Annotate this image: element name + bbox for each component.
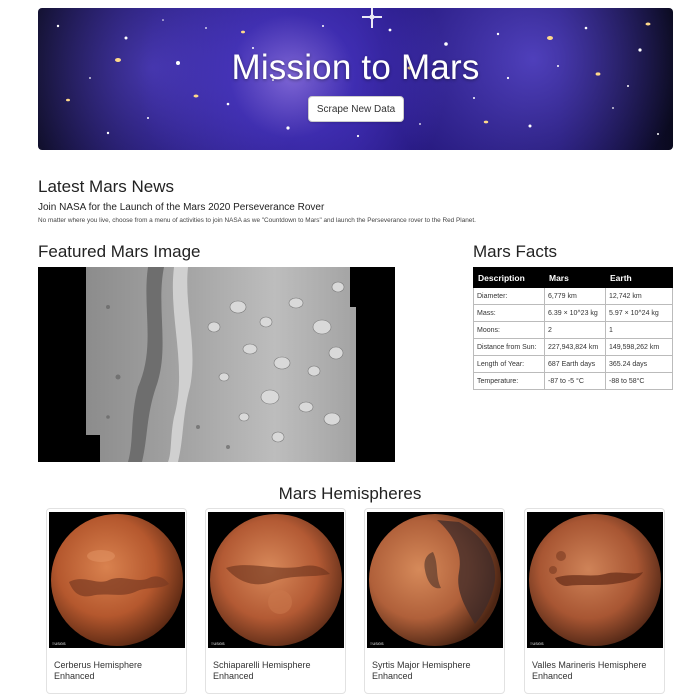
hemisphere-title[interactable]: Valles Marineris Hemisphere Enhanced <box>532 660 662 682</box>
usgs-logo-icon: ≡USGS <box>52 641 66 646</box>
table-row: Mass: 6.39 × 10^23 kg 5.97 × 10^24 kg <box>473 304 673 322</box>
table-cell: 2 <box>544 321 606 339</box>
news-title: Join NASA for the Launch of the Mars 202… <box>38 202 325 213</box>
scrape-new-data-button[interactable]: Scrape New Data <box>308 96 404 122</box>
featured-mars-image <box>38 267 395 462</box>
table-cell: 149,598,262 km <box>605 338 673 356</box>
hemisphere-title[interactable]: Schiaparelli Hemisphere Enhanced <box>213 660 343 682</box>
table-row: Moons: 2 1 <box>473 321 673 339</box>
column-header-earth: Earth <box>605 267 673 288</box>
table-cell: 6,779 km <box>544 287 606 305</box>
table-row: Diameter: 6,779 km 12,742 km <box>473 287 673 305</box>
table-cell: Mass: <box>473 304 545 322</box>
table-row: Temperature: -87 to -5 °C -88 to 58°C <box>473 372 673 390</box>
page-title: Mission to Mars <box>231 48 480 87</box>
table-cell: 5.97 × 10^24 kg <box>605 304 673 322</box>
table-cell: 1 <box>605 321 673 339</box>
page: Mission to Mars Scrape New Data Latest M… <box>0 0 700 700</box>
hemisphere-image[interactable]: ≡USGS <box>527 512 663 648</box>
hero-banner: Mission to Mars Scrape New Data <box>38 8 673 150</box>
news-section-heading: Latest Mars News <box>38 177 175 196</box>
column-header-mars: Mars <box>544 267 606 288</box>
hemispheres-heading: Mars Hemispheres <box>278 484 422 503</box>
usgs-logo-icon: ≡USGS <box>211 641 225 646</box>
table-row: Distance from Sun: 227,943,824 km 149,59… <box>473 338 673 356</box>
table-cell: 687 Earth days <box>544 355 606 373</box>
table-cell: 227,943,824 km <box>544 338 606 356</box>
hemisphere-card-cerberus[interactable]: ≡USGS Cerberus Hemisphere Enhanced <box>46 508 187 694</box>
news-teaser: No matter where you live, choose from a … <box>38 217 476 224</box>
table-cell: -87 to -5 °C <box>544 372 606 390</box>
column-header-description: Description <box>473 267 545 288</box>
hemisphere-card-syrtis-major[interactable]: ≡USGS Syrtis Major Hemisphere Enhanced <box>364 508 505 694</box>
mars-facts-heading: Mars Facts <box>473 242 558 261</box>
hemisphere-title[interactable]: Cerberus Hemisphere Enhanced <box>54 660 184 682</box>
table-cell: Moons: <box>473 321 545 339</box>
hemisphere-image[interactable]: ≡USGS <box>49 512 185 648</box>
featured-image-heading: Featured Mars Image <box>38 242 201 261</box>
table-cell: 12,742 km <box>605 287 673 305</box>
mars-facts-table: Description Mars Earth Diameter: 6,779 k… <box>473 267 673 390</box>
table-cell: -88 to 58°C <box>605 372 673 390</box>
table-cell: Temperature: <box>473 372 545 390</box>
usgs-logo-icon: ≡USGS <box>530 641 544 646</box>
hemisphere-card-schiaparelli[interactable]: ≡USGS Schiaparelli Hemisphere Enhanced <box>205 508 346 694</box>
table-cell: Distance from Sun: <box>473 338 545 356</box>
usgs-logo-icon: ≡USGS <box>370 641 384 646</box>
table-cell: Diameter: <box>473 287 545 305</box>
table-cell: Length of Year: <box>473 355 545 373</box>
hemisphere-card-valles-marineris[interactable]: ≡USGS Valles Marineris Hemisphere Enhanc… <box>524 508 665 694</box>
table-cell: 365.24 days <box>605 355 673 373</box>
table-header-row: Description Mars Earth <box>473 267 673 288</box>
hemisphere-title[interactable]: Syrtis Major Hemisphere Enhanced <box>372 660 502 682</box>
hemisphere-image[interactable]: ≡USGS <box>367 512 503 648</box>
table-cell: 6.39 × 10^23 kg <box>544 304 606 322</box>
table-row: Length of Year: 687 Earth days 365.24 da… <box>473 355 673 373</box>
hemisphere-image[interactable]: ≡USGS <box>208 512 344 648</box>
